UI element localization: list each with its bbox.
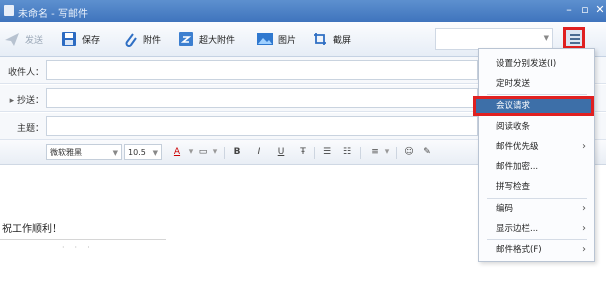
chevron-right-icon: › — [582, 244, 586, 255]
more-menu-button[interactable] — [563, 27, 585, 49]
title-bar: 未命名 - 写邮件 – ▫ ✕ — [0, 0, 606, 22]
to-field[interactable] — [46, 60, 478, 80]
screenshot-icon — [311, 30, 329, 48]
numbered-list-icon[interactable]: ☷ — [340, 145, 354, 159]
divider — [224, 147, 225, 159]
screenshot-button[interactable]: 截屏 — [311, 29, 351, 49]
send-label: 发送 — [25, 35, 44, 46]
save-button[interactable]: 保存 — [60, 29, 100, 49]
menu-item-separate-send[interactable]: 设置分别发送(I) — [479, 54, 594, 74]
bold-button[interactable]: B — [230, 145, 244, 159]
italic-button[interactable]: I — [252, 145, 266, 159]
emoji-icon[interactable]: ☺ — [402, 145, 416, 159]
menu-item-encrypt[interactable]: 邮件加密... — [479, 157, 594, 177]
menu-item-scheduled-send[interactable]: 定时发送 — [479, 74, 594, 94]
cc-label: ▸ 抄送： — [9, 96, 44, 106]
menu-item-read-receipt[interactable]: 阅读收条 — [479, 117, 594, 137]
subject-field[interactable] — [46, 116, 478, 136]
big-attach-icon — [177, 30, 195, 48]
strikethrough-button[interactable]: Ŧ — [296, 145, 310, 159]
signature-dots: ··· — [62, 243, 100, 252]
signature-divider — [0, 239, 166, 240]
chevron-down-icon: ▼ — [152, 149, 158, 157]
to-label: 收件人： — [7, 68, 44, 78]
bullet-list-icon[interactable]: ☰ — [320, 145, 334, 159]
menu-item-meeting-request[interactable]: 会议请求 — [473, 96, 594, 116]
image-button[interactable]: 图片 — [256, 29, 296, 49]
menu-icon — [570, 34, 580, 36]
menu-item-priority[interactable]: 邮件优先级 › — [479, 137, 594, 157]
menu-divider — [487, 94, 587, 95]
chevron-right-icon: › — [582, 223, 586, 234]
big-attach-label: 超大附件 — [199, 35, 236, 46]
app-icon — [4, 5, 14, 16]
highlight-dropdown[interactable]: ▾ — [208, 145, 222, 159]
align-dropdown[interactable]: ▾ — [380, 145, 394, 159]
more-options-menu: 设置分别发送(I) 定时发送 会议请求 阅读收条 邮件优先级 › 邮件加密...… — [473, 48, 595, 262]
image-label: 图片 — [278, 35, 297, 46]
font-color-button[interactable]: A — [170, 145, 184, 159]
underline-button[interactable]: U — [274, 145, 288, 159]
expand-arrow-icon[interactable]: ▸ — [10, 96, 17, 106]
more-format-icon[interactable]: ✎ — [420, 145, 434, 159]
chevron-right-icon: › — [582, 203, 586, 214]
maximize-button[interactable]: ▫ — [578, 3, 592, 17]
attach-label: 附件 — [143, 35, 162, 46]
big-attach-button[interactable]: 超大附件 — [177, 29, 235, 49]
menu-item-encoding[interactable]: 编码 › — [479, 199, 594, 219]
cc-field[interactable] — [46, 88, 478, 108]
chevron-down-icon: ▼ — [112, 149, 118, 157]
divider — [314, 147, 315, 159]
chevron-right-icon: › — [582, 141, 586, 152]
font-family-value: 微软雅黑 — [50, 148, 82, 157]
divider — [396, 147, 397, 159]
save-label: 保存 — [82, 35, 101, 46]
account-selector[interactable]: ▼ — [435, 28, 553, 50]
window-title: 未命名 - 写邮件 — [18, 9, 88, 20]
font-size-value: 10.5 — [128, 148, 146, 157]
font-family-select[interactable]: 微软雅黑 ▼ — [46, 144, 122, 160]
save-icon — [60, 30, 78, 48]
menu-item-spell-check[interactable]: 拼写检查 — [479, 177, 594, 197]
send-button[interactable]: 发送 — [3, 29, 43, 49]
paperclip-icon — [121, 30, 139, 48]
font-size-select[interactable]: 10.5 ▼ — [124, 144, 162, 160]
greeting-text: 祝工作顺利！ — [2, 224, 62, 235]
subject-label: 主题： — [16, 124, 44, 134]
divider — [360, 147, 361, 159]
attach-button[interactable]: 附件 — [121, 29, 161, 49]
menu-item-mail-format[interactable]: 邮件格式(F) › — [479, 240, 594, 260]
chevron-down-icon: ▼ — [543, 34, 549, 42]
minimize-button[interactable]: – — [562, 3, 576, 17]
image-icon — [256, 30, 274, 48]
send-icon — [3, 30, 21, 48]
close-button[interactable]: ✕ — [593, 3, 606, 17]
screenshot-label: 截屏 — [333, 35, 352, 46]
menu-item-show-sidebar[interactable]: 显示边栏... › — [479, 219, 594, 239]
